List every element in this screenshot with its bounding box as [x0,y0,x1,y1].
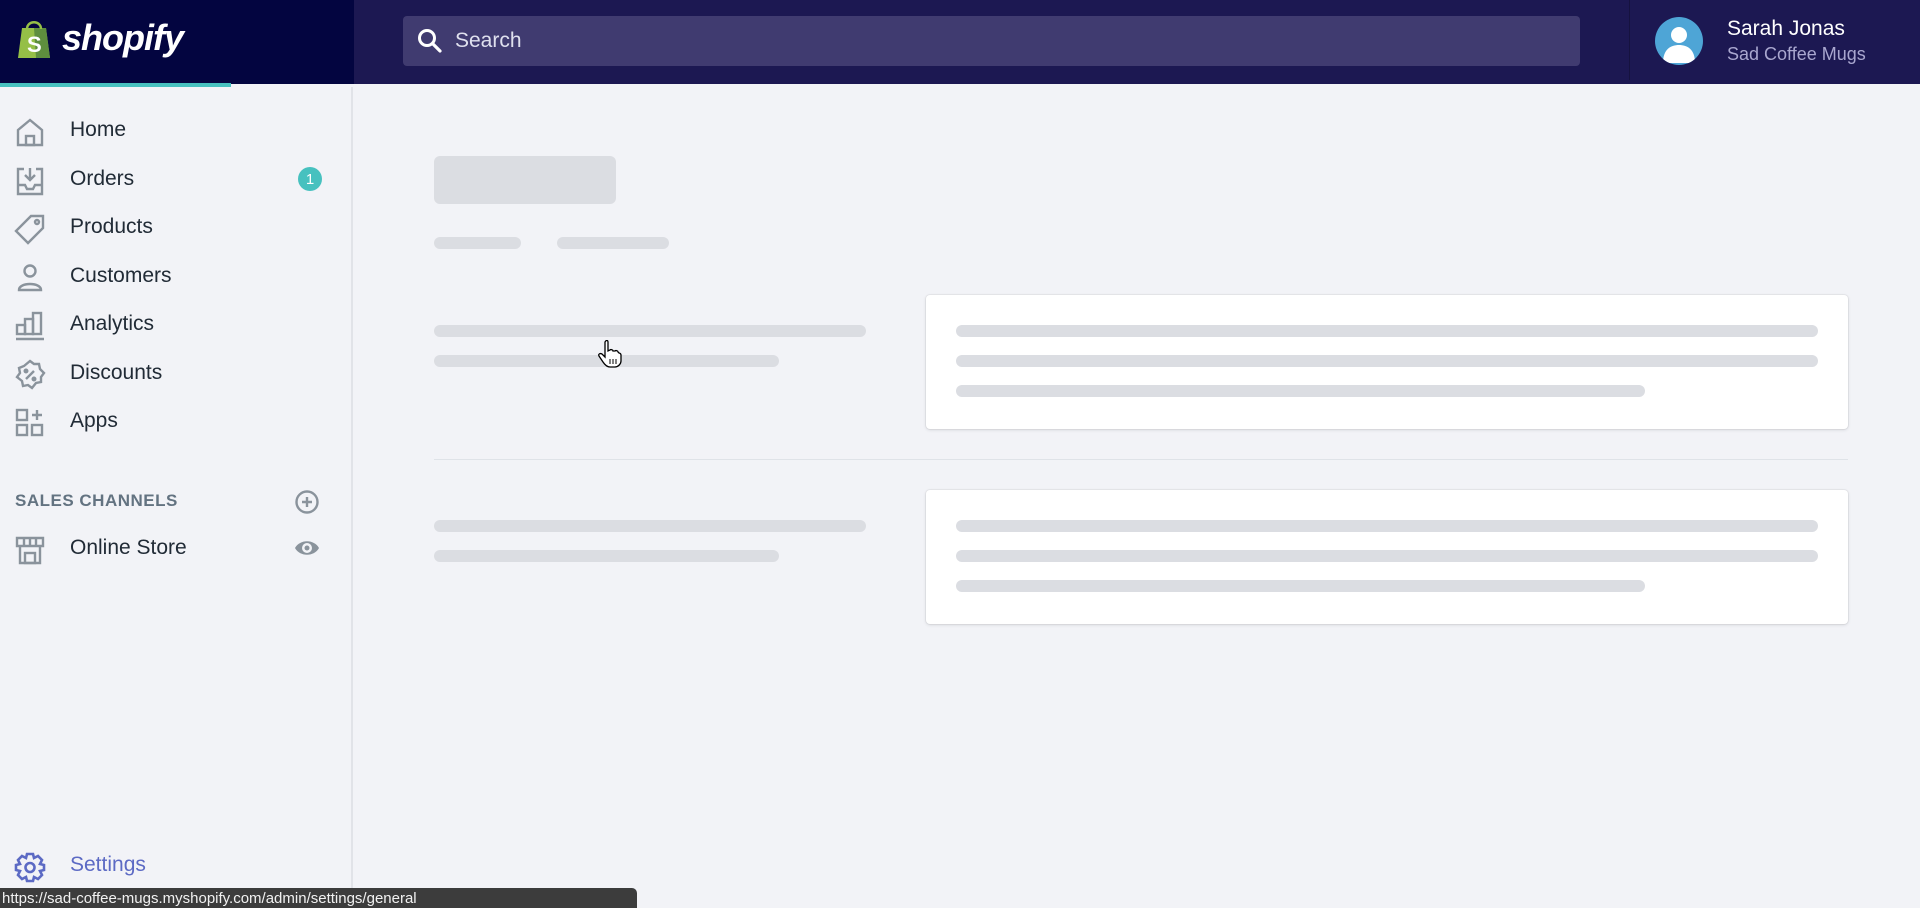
user-avatar-icon [1663,27,1695,63]
store-name: Sad Coffee Mugs [1727,44,1866,64]
sidebar-item-settings[interactable]: Settings [0,843,340,887]
nav-label: Orders [70,167,135,190]
skeleton-line [956,520,1818,532]
shopify-logo[interactable]: S shopify [14,16,184,60]
discount-icon [15,359,46,390]
skeleton-card [926,490,1848,624]
nav-label: Settings [70,853,146,876]
sidebar-item-products[interactable]: Products [0,205,340,249]
skeleton-line [956,550,1818,562]
nav-label: Home [70,118,127,141]
skeleton-breadcrumb [557,237,669,249]
user-menu[interactable]: Sarah Jonas Sad Coffee Mugs [1655,16,1866,66]
sidebar-item-discounts[interactable]: Discounts [0,351,340,395]
user-name: Sarah Jonas [1727,17,1845,40]
skeleton-card [926,295,1848,429]
skeleton-section-description [434,550,779,562]
skeleton-line [956,385,1645,397]
search-input[interactable]: Search [403,16,1580,66]
sidebar-item-analytics[interactable]: Analytics [0,302,340,346]
skeleton-section-heading [434,325,866,337]
apps-icon [15,408,44,437]
sidebar-item-apps[interactable]: Apps [0,399,340,443]
store-icon [15,536,45,565]
tag-icon [14,214,45,245]
main-content-loading [355,87,1920,908]
view-store-eye-icon[interactable] [294,536,320,560]
brand-area: S shopify [0,0,354,84]
sidebar: Home Orders 1 Products Customers Analyti… [0,87,353,908]
section-divider [434,459,1848,460]
hand-pointer-cursor-icon [598,340,622,368]
nav-label: Products [70,215,153,238]
orders-icon [16,167,44,196]
skeleton-line [956,325,1818,337]
nav-label: Discounts [70,361,163,384]
svg-text:S: S [27,32,42,57]
avatar [1655,17,1703,65]
sidebar-item-customers[interactable]: Customers [0,254,340,298]
sales-channels-heading: SALES CHANNELS [15,491,178,510]
divider [1629,0,1630,80]
top-bar: S shopify Search Sarah Jonas Sad Coffee … [0,0,1920,87]
gear-icon [14,852,46,883]
search-icon [418,29,442,53]
skeleton-title [434,156,616,204]
nav-label: Customers [70,264,172,287]
orders-count-badge: 1 [298,167,322,191]
customer-icon [17,264,43,292]
skeleton-section-heading [434,520,866,532]
home-icon [16,118,44,147]
sidebar-item-orders[interactable]: Orders 1 [0,157,340,201]
add-sales-channel-icon[interactable] [294,489,320,515]
search-placeholder: Search [455,29,522,52]
skeleton-breadcrumb [434,237,521,249]
nav-label: Online Store [70,536,187,559]
sidebar-item-home[interactable]: Home [0,108,340,152]
analytics-icon [15,311,44,341]
skeleton-line [956,355,1818,367]
skeleton-line [956,580,1645,592]
nav-label: Apps [70,409,118,432]
nav-label: Analytics [70,312,155,335]
sidebar-item-online-store[interactable]: Online Store [0,526,340,570]
link-preview-status-bar: https://sad-coffee-mugs.myshopify.com/ad… [0,888,637,908]
brand-name: shopify [62,17,184,58]
shopping-bag-icon: S [18,21,50,58]
